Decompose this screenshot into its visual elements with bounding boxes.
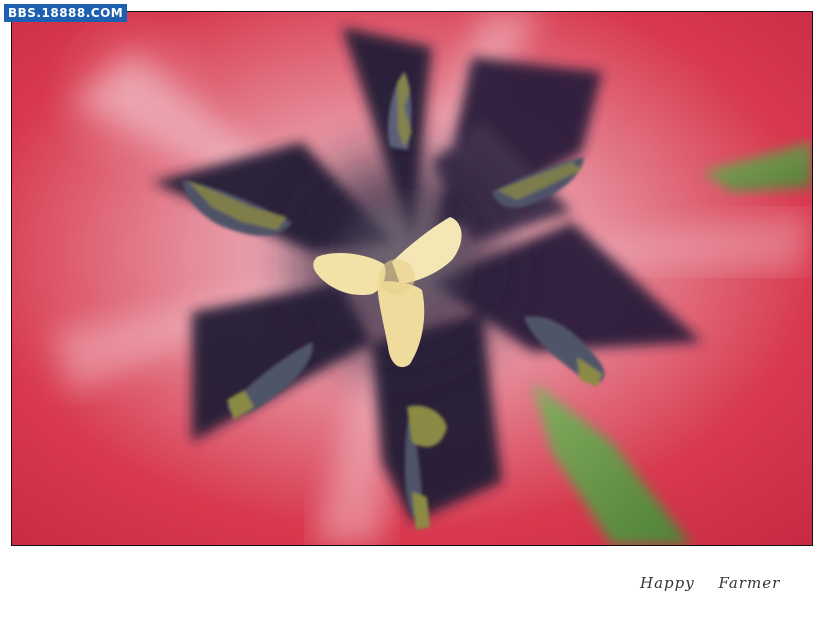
page: BBS.18888.COM Happy Farmer: [0, 0, 824, 627]
tulip-photo: [12, 12, 812, 545]
photo-frame: [11, 11, 813, 546]
photographer-signature: Happy Farmer: [640, 574, 781, 592]
site-watermark: BBS.18888.COM: [4, 4, 128, 22]
